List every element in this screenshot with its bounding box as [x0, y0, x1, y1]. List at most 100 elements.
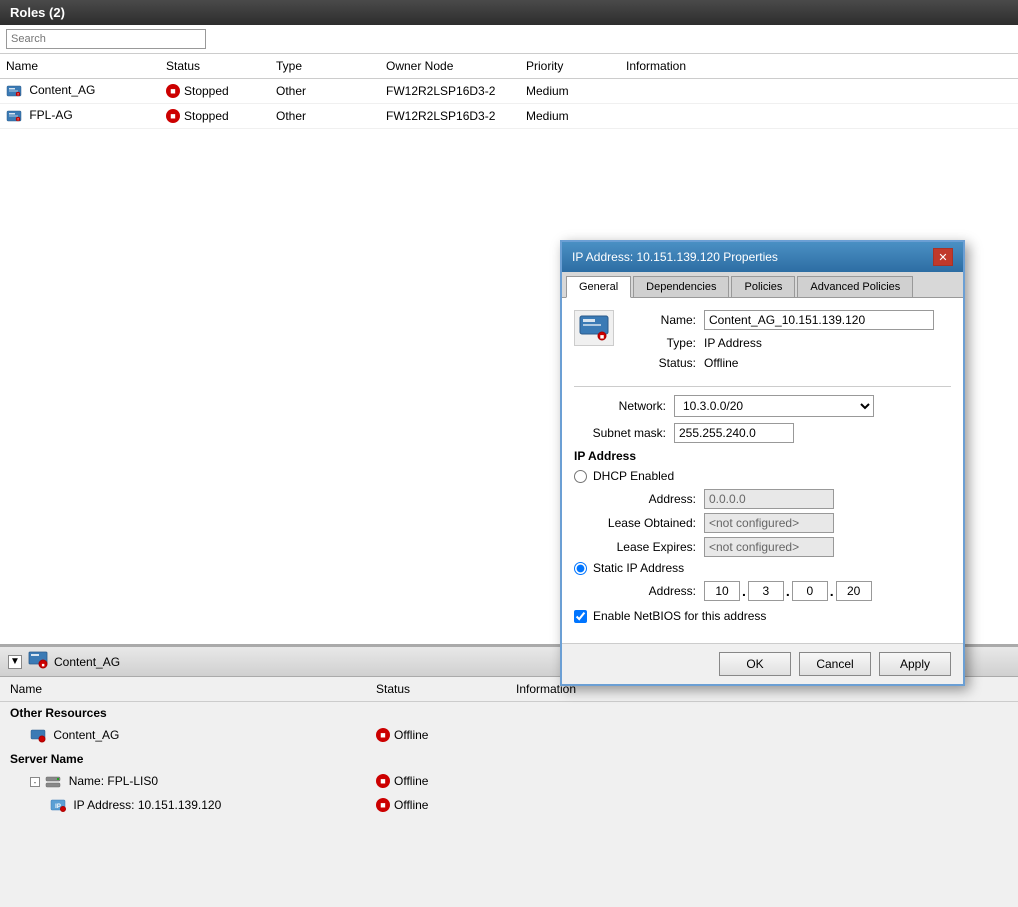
svg-text:■: ■: [41, 663, 44, 669]
bottom-row-content-ag[interactable]: Content_AG ■ Offline: [0, 724, 1018, 748]
address-row: Address:: [574, 489, 951, 509]
svg-text:!: !: [17, 117, 18, 122]
ip-octet-3[interactable]: [792, 581, 828, 601]
dialog-tabs: General Dependencies Policies Advanced P…: [562, 272, 963, 298]
expand-icon-sm: -: [30, 774, 43, 788]
svg-text:!: !: [17, 92, 18, 97]
col-header-priority: Priority: [520, 57, 620, 75]
col-header-name: Name: [0, 57, 160, 75]
row2-owner: FW12R2LSP16D3-2: [380, 107, 520, 125]
lease-obtained-input[interactable]: [704, 513, 834, 533]
svg-text:■: ■: [600, 334, 604, 341]
static-row: Static IP Address: [574, 561, 951, 575]
role-icon: !: [6, 83, 25, 97]
ip-octet-1[interactable]: [704, 581, 740, 601]
subnet-input[interactable]: [674, 423, 794, 443]
netbios-checkbox[interactable]: [574, 610, 587, 623]
row1-info: [620, 89, 1018, 93]
ip-dot-1: .: [742, 583, 746, 599]
dialog-footer: OK Cancel Apply: [562, 643, 963, 684]
type-label: Type:: [624, 336, 704, 350]
stop-icon: ■: [166, 109, 180, 123]
top-panel: Roles (2) Name Status Type Owner Node Pr…: [0, 0, 1018, 645]
ip-section-label: IP Address: [574, 449, 951, 463]
svg-text:-: -: [34, 778, 37, 787]
netbios-row: Enable NetBIOS for this address: [574, 609, 951, 623]
network-label: Network:: [574, 399, 674, 413]
stop-icon-sm: ■: [376, 798, 390, 812]
bottom-row-ip-address[interactable]: IP IP Address: 10.151.139.120 ■ Offline: [0, 794, 1018, 818]
name-input[interactable]: [704, 310, 934, 330]
address-label: Address:: [594, 492, 704, 506]
col-header-status: Status: [160, 57, 270, 75]
ip-icon: IP: [50, 798, 73, 812]
status-row: Status: Offline: [624, 356, 934, 370]
row2-name: ! FPL-AG: [0, 106, 160, 126]
ip-properties-dialog: IP Address: 10.151.139.120 Properties ✕ …: [560, 240, 965, 686]
stop-icon-sm: ■: [376, 728, 390, 742]
ip-dot-3: .: [830, 583, 834, 599]
other-resources-header: Other Resources: [0, 702, 1018, 724]
ok-button[interactable]: OK: [719, 652, 791, 676]
dialog-fields: Name: Type: IP Address Status: Offline: [624, 310, 934, 376]
static-address-label: Address:: [594, 584, 704, 598]
lease-expires-label: Lease Expires:: [594, 540, 704, 554]
dialog-body: ■ Name: Type: IP Address Status: Offline: [562, 298, 963, 643]
static-radio[interactable]: [574, 562, 587, 575]
tab-dependencies[interactable]: Dependencies: [633, 276, 729, 297]
static-address-row: Address: . . .: [574, 581, 951, 601]
stop-icon-sm: ■: [376, 774, 390, 788]
type-value: IP Address: [704, 336, 762, 350]
lease-obtained-row: Lease Obtained:: [574, 513, 951, 533]
dhcp-row: DHCP Enabled: [574, 469, 951, 483]
name-row: Name:: [624, 310, 934, 330]
row2-status: ■ Stopped: [160, 107, 270, 125]
lease-expires-input[interactable]: [704, 537, 834, 557]
lease-expires-row: Lease Expires:: [574, 537, 951, 557]
tab-policies[interactable]: Policies: [731, 276, 795, 297]
dhcp-radio[interactable]: [574, 470, 587, 483]
svg-text:IP: IP: [55, 804, 61, 810]
dhcp-address-input[interactable]: [704, 489, 834, 509]
resource-icon: ■: [574, 310, 614, 346]
table-row[interactable]: ! FPL-AG ■ Stopped Other FW12R2LSP16D3-2…: [0, 104, 1018, 129]
close-button[interactable]: ✕: [933, 248, 953, 266]
lease-obtained-label: Lease Obtained:: [594, 516, 704, 530]
server-icon: [45, 774, 68, 788]
row1-type: Other: [270, 82, 380, 100]
network-select[interactable]: 10.3.0.0/20: [674, 395, 874, 417]
dialog-title: IP Address: 10.151.139.120 Properties: [572, 250, 778, 264]
server-name-header: Server Name: [0, 748, 1018, 770]
name-label: Name:: [624, 313, 704, 327]
ip-octet-2[interactable]: [748, 581, 784, 601]
status-label: Status:: [624, 356, 704, 370]
content-ag-status: ■ Offline: [370, 726, 510, 744]
bottom-row-fpl-lis0[interactable]: - Name: FPL-LIS0 ■ Offline: [0, 770, 1018, 794]
search-input[interactable]: [6, 29, 206, 49]
tab-general[interactable]: General: [566, 276, 631, 298]
bottom-col-status: Status: [370, 680, 510, 698]
netbios-label: Enable NetBIOS for this address: [593, 609, 766, 623]
ip-dot-2: .: [786, 583, 790, 599]
dialog-icon-row: ■ Name: Type: IP Address Status: Offline: [574, 310, 951, 376]
row1-name: ! Content_AG: [0, 81, 160, 101]
apply-button[interactable]: Apply: [879, 652, 951, 676]
subnet-row: Subnet mask:: [574, 423, 951, 443]
network-row: Network: 10.3.0.0/20: [574, 395, 951, 417]
row2-info: [620, 114, 1018, 118]
table-row[interactable]: ! Content_AG ■ Stopped Other FW12R2LSP16…: [0, 79, 1018, 104]
cancel-button[interactable]: Cancel: [799, 652, 871, 676]
role-icon: !: [6, 108, 25, 122]
search-bar: [0, 25, 1018, 54]
tab-advanced-policies[interactable]: Advanced Policies: [797, 276, 913, 297]
ip-octet-4[interactable]: [836, 581, 872, 601]
bottom-title: Content_AG: [54, 655, 120, 669]
dialog-title-bar: IP Address: 10.151.139.120 Properties ✕: [562, 242, 963, 272]
fpl-lis0-status: ■ Offline: [370, 772, 510, 790]
col-header-type: Type: [270, 57, 380, 75]
ip-address-info: [510, 803, 1018, 807]
fpl-lis0-name: - Name: FPL-LIS0: [0, 772, 370, 791]
panel-title: Roles (2): [10, 5, 65, 20]
row1-priority: Medium: [520, 82, 620, 100]
expand-button[interactable]: ▼: [8, 655, 22, 669]
